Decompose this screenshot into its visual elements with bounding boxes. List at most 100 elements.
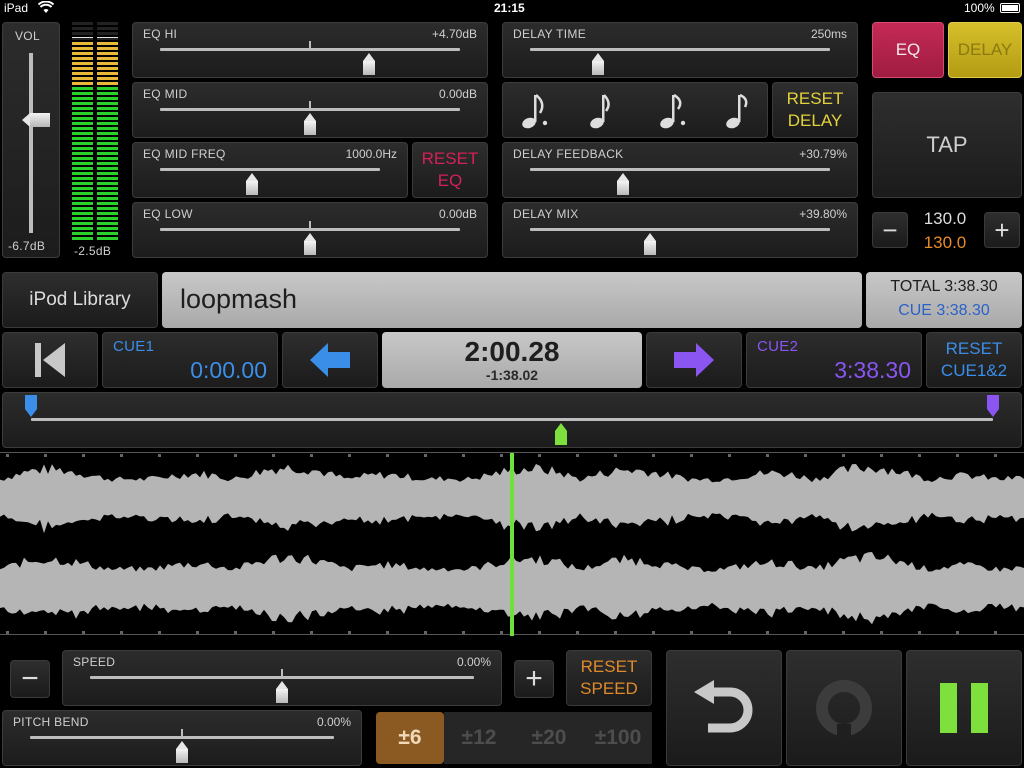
track-title-field: loopmash — [162, 272, 862, 328]
loop-ring-icon — [816, 680, 872, 738]
delay-feedback-knob[interactable] — [617, 173, 629, 195]
status-bar: iPad 21:15 100% — [0, 0, 1024, 18]
cue1-label: CUE1 — [113, 338, 155, 355]
volume-label: VOL — [15, 29, 40, 43]
remaining-time: -1:38.02 — [485, 367, 539, 383]
eq-hi-knob[interactable] — [363, 53, 375, 75]
delay-time-label: DELAY TIME — [513, 27, 587, 41]
range-100-button[interactable]: ±100 — [584, 712, 652, 764]
eq-low-knob[interactable] — [304, 233, 316, 255]
volume-panel: VOL -6.7dB — [2, 22, 60, 258]
cue1-marker[interactable] — [25, 395, 37, 417]
battery-percent: 100% — [964, 1, 995, 15]
pitch-bend-label: PITCH BEND — [13, 715, 89, 729]
bpm-value: 130.0 — [923, 209, 967, 228]
device-label: iPad — [4, 1, 29, 15]
pause-icon — [940, 683, 988, 733]
speed-knob[interactable] — [276, 681, 288, 703]
delay-mix-label: DELAY MIX — [513, 207, 579, 221]
delay-mix-slider[interactable]: DELAY MIX +39.80% — [502, 202, 858, 258]
eq-mid-label: EQ MID — [143, 87, 188, 101]
eq-hi-value: +4.70dB — [431, 27, 477, 41]
scrub-bar[interactable] — [2, 392, 1022, 448]
note-selector — [502, 82, 768, 138]
skip-to-start-button[interactable] — [2, 332, 98, 388]
cue1-panel[interactable]: CUE1 0:00.00 — [102, 332, 278, 388]
loop-button[interactable] — [786, 650, 902, 766]
track-total-box: TOTAL 3:38.30 CUE 3:38.30 — [866, 272, 1022, 328]
speed-slider[interactable]: SPEED 0.00% — [62, 650, 502, 706]
level-meter-left — [72, 22, 93, 240]
eq-mid-freq-knob[interactable] — [246, 173, 258, 195]
tab-delay[interactable]: DELAY — [948, 22, 1022, 78]
undo-arrow-icon — [694, 680, 753, 733]
volume-value: -6.7dB — [8, 239, 46, 253]
arrow-right-icon — [674, 343, 714, 377]
meter-value: -2.5dB — [74, 244, 112, 258]
cue2-marker[interactable] — [987, 395, 999, 417]
delay-feedback-label: DELAY FEEDBACK — [513, 147, 624, 161]
quarter-note-icon[interactable] — [589, 93, 613, 131]
eq-mid-knob[interactable] — [304, 113, 316, 135]
tab-eq[interactable]: EQ — [872, 22, 944, 78]
level-meter-right — [97, 22, 118, 240]
eq-low-value: 0.00dB — [438, 207, 477, 221]
cue2-panel[interactable]: CUE2 3:38.30 — [746, 332, 922, 388]
speed-value: 0.00% — [456, 655, 491, 669]
return-to-cue-button[interactable] — [666, 650, 782, 766]
delay-time-slider[interactable]: DELAY TIME 250ms — [502, 22, 858, 78]
cue2-label: CUE2 — [757, 338, 799, 355]
eq-mid-value: 0.00dB — [438, 87, 477, 101]
range-6-button[interactable]: ±6 — [376, 712, 444, 764]
position-display: 2:00.28 -1:38.02 — [382, 332, 642, 388]
tap-button[interactable]: TAP — [872, 92, 1022, 198]
delay-time-knob[interactable] — [592, 53, 604, 75]
range-20-button[interactable]: ±20 — [514, 712, 584, 764]
eq-mid-freq-slider[interactable]: EQ MID FREQ 1000.0Hz — [132, 142, 408, 198]
delay-feedback-value: +30.79% — [799, 147, 847, 161]
playhead-marker[interactable] — [555, 423, 567, 445]
eq-hi-label: EQ HI — [143, 27, 178, 41]
pitch-bend-slider[interactable]: PITCH BEND 0.00% — [2, 710, 362, 766]
reset-delay-button[interactable]: RESET DELAY — [772, 82, 858, 138]
eighth-note-icon[interactable] — [725, 93, 749, 131]
speed-minus-button[interactable]: − — [10, 660, 50, 698]
delay-mix-knob[interactable] — [644, 233, 656, 255]
speed-label: SPEED — [73, 655, 116, 669]
track-title: loopmash — [180, 284, 298, 314]
reset-speed-button[interactable]: RESET SPEED — [566, 650, 652, 706]
dotted-sixteenth-note-icon[interactable] — [659, 93, 693, 131]
eq-low-label: EQ LOW — [143, 207, 193, 221]
volume-knob[interactable] — [22, 113, 30, 127]
delay-feedback-slider[interactable]: DELAY FEEDBACK +30.79% — [502, 142, 858, 198]
arrow-left-icon — [310, 343, 350, 377]
volume-track — [29, 53, 33, 233]
cue2-time: 3:38.30 — [834, 357, 911, 383]
pause-button[interactable] — [906, 650, 1022, 766]
clock: 21:15 — [494, 1, 525, 15]
waveform-view[interactable] — [0, 452, 1024, 636]
jump-cue1-button[interactable] — [282, 332, 378, 388]
pitch-bend-knob[interactable] — [176, 741, 188, 763]
wifi-icon — [37, 0, 55, 17]
battery-icon — [1000, 3, 1020, 13]
total-time: TOTAL 3:38.30 — [890, 278, 998, 295]
delay-time-value: 250ms — [810, 27, 847, 41]
eq-mid-freq-value: 1000.0Hz — [345, 147, 397, 161]
pitch-bend-value: 0.00% — [316, 715, 351, 729]
jump-cue2-button[interactable] — [646, 332, 742, 388]
eq-mid-freq-label: EQ MID FREQ — [143, 147, 226, 161]
reset-cue-button[interactable]: RESET CUE1&2 — [926, 332, 1022, 388]
dotted-eighth-note-icon[interactable] — [521, 93, 555, 131]
delay-mix-value: +39.80% — [799, 207, 847, 221]
eq-low-slider[interactable]: EQ LOW 0.00dB — [132, 202, 488, 258]
bpm-plus-button[interactable]: + — [984, 212, 1020, 248]
eq-hi-slider[interactable]: EQ HI +4.70dB — [132, 22, 488, 78]
ipod-library-button[interactable]: iPod Library — [2, 272, 158, 328]
bpm-original: 130.0 — [923, 233, 967, 252]
eq-mid-slider[interactable]: EQ MID 0.00dB — [132, 82, 488, 138]
bpm-minus-button[interactable]: − — [872, 212, 908, 248]
speed-plus-button[interactable]: + — [514, 660, 554, 698]
range-12-button[interactable]: ±12 — [444, 712, 514, 764]
reset-eq-button[interactable]: RESET EQ — [412, 142, 488, 198]
